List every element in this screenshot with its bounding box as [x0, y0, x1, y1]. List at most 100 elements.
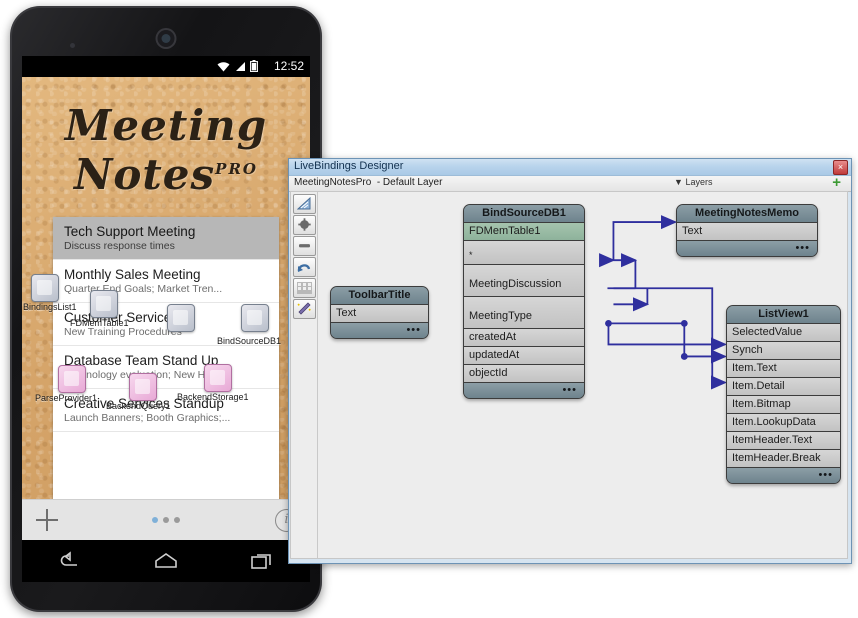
- back-icon[interactable]: [57, 551, 83, 571]
- project-layer-label: MeetingNotesPro - Default Layer: [294, 177, 442, 188]
- wifi-icon: [217, 62, 230, 72]
- page-indicator: [152, 517, 180, 523]
- add-note-button[interactable]: [36, 509, 58, 531]
- node-row[interactable]: ItemHeader.Text: [727, 432, 840, 450]
- backendstorage-component-label: BackendStorage1: [177, 392, 249, 402]
- signal-icon: [236, 62, 245, 71]
- close-icon[interactable]: ×: [833, 160, 848, 175]
- status-bar-icons: [217, 60, 258, 72]
- android-navigation-bar: [22, 540, 310, 582]
- designer-canvas[interactable]: ToolbarTitle Text ••• BindSourceDB1 FDMe…: [317, 192, 847, 558]
- node-rows: FDMemTable1 * MeetingDiscussion MeetingT…: [464, 223, 584, 383]
- backendquery-component-label: BackendQuery1: [106, 401, 171, 411]
- node-title: MeetingNotesMemo: [677, 205, 817, 223]
- app-title-pro-badge: PRO: [215, 160, 258, 178]
- layer-toolbar: MeetingNotesPro - Default Layer ▼ Layers…: [289, 175, 851, 192]
- page-dot[interactable]: [152, 517, 158, 523]
- notification-led-icon: [70, 43, 75, 48]
- recents-icon[interactable]: [249, 551, 275, 571]
- list-item-detail: Launch Banners; Booth Graphics;...: [64, 412, 231, 424]
- node-rows: Text: [677, 223, 817, 241]
- node-row[interactable]: updatedAt: [464, 347, 584, 365]
- node-row[interactable]: MeetingType: [464, 297, 584, 329]
- node-row[interactable]: FDMemTable1: [464, 223, 584, 241]
- node-row[interactable]: Text: [677, 223, 817, 241]
- page-dot[interactable]: [163, 517, 169, 523]
- node-ellipsis-icon[interactable]: •••: [795, 243, 810, 254]
- node-row[interactable]: createdAt: [464, 329, 584, 347]
- node-title: ListView1: [727, 306, 840, 324]
- node-row[interactable]: Item.LookupData: [727, 414, 840, 432]
- list-item[interactable]: Database Team Stand Up Technology evalua…: [53, 346, 279, 389]
- node-footer[interactable]: •••: [331, 323, 428, 338]
- node-row[interactable]: Item.Text: [727, 360, 840, 378]
- node-row[interactable]: MeetingDiscussion: [464, 265, 584, 297]
- node-row[interactable]: Item.Bitmap: [727, 396, 840, 414]
- list-item-title: Monthly Sales Meeting: [64, 267, 201, 282]
- select-all-visible-icon[interactable]: [293, 194, 316, 214]
- wand-icon[interactable]: [293, 299, 316, 319]
- node-row[interactable]: objectId: [464, 365, 584, 383]
- designer-toolbar: [293, 194, 316, 320]
- node-row[interactable]: ItemHeader.Break: [727, 450, 840, 468]
- battery-icon: [250, 60, 258, 72]
- node-footer[interactable]: •••: [677, 241, 817, 256]
- parseprovider-component-icon[interactable]: [58, 365, 86, 393]
- node-bindsourcedb1[interactable]: BindSourceDB1 FDMemTable1 * MeetingDiscu…: [463, 204, 585, 399]
- node-rows: Text: [331, 305, 428, 323]
- list-item-title: Tech Support Meeting: [64, 224, 196, 239]
- node-row[interactable]: *: [464, 241, 584, 265]
- window-title-bar[interactable]: LiveBindings Designer ×: [289, 159, 851, 176]
- node-footer[interactable]: •••: [464, 383, 584, 398]
- node-title: ToolbarTitle: [331, 287, 428, 305]
- android-phone-device: 12:52 Meeting NotesPRO Tech Support Meet…: [10, 6, 322, 612]
- node-row[interactable]: Synch: [727, 342, 840, 360]
- status-bar-clock: 12:52: [273, 59, 304, 73]
- bindsourcedb-component-icon[interactable]: [167, 304, 195, 332]
- bindsourcedb-extra-icon[interactable]: [241, 304, 269, 332]
- node-row[interactable]: SelectedValue: [727, 324, 840, 342]
- list-item[interactable]: Monthly Sales Meeting Quarter End Goals;…: [53, 260, 279, 303]
- page-dot[interactable]: [174, 517, 180, 523]
- window-title: LiveBindings Designer: [294, 160, 404, 172]
- node-ellipsis-icon[interactable]: •••: [818, 470, 833, 481]
- list-item[interactable]: Tech Support Meeting Discuss response ti…: [53, 217, 279, 260]
- phone-screen: 12:52 Meeting NotesPRO Tech Support Meet…: [22, 56, 310, 540]
- fdmemtable-component-label: FDMemTable1: [70, 318, 129, 328]
- add-layer-icon[interactable]: +: [832, 175, 841, 191]
- node-title: BindSourceDB1: [464, 205, 584, 223]
- app-title-text: Meeting Notes: [64, 101, 268, 199]
- app-title: Meeting NotesPRO: [22, 101, 310, 199]
- node-row[interactable]: Text: [331, 305, 428, 323]
- node-listview1[interactable]: ListView1 SelectedValue Synch Item.Text …: [726, 305, 841, 484]
- backendquery-component-icon[interactable]: [129, 373, 157, 401]
- front-camera-icon: [155, 28, 177, 49]
- parseprovider-component-label: ParseProvider1: [35, 393, 98, 403]
- app-cork-background: Meeting NotesPRO Tech Support Meeting Di…: [22, 77, 310, 540]
- bindingslist-component-icon[interactable]: [31, 274, 59, 302]
- home-icon[interactable]: [152, 551, 180, 571]
- layer-name: - Default Layer: [376, 177, 443, 188]
- list-item-title: Database Team Stand Up: [64, 353, 219, 368]
- app-bottom-toolbar: i: [22, 499, 310, 540]
- livebindings-designer-window[interactable]: LiveBindings Designer × MeetingNotesPro …: [288, 158, 852, 564]
- bindingslist-component-label: BindingsList1: [23, 302, 77, 312]
- grid-icon[interactable]: [293, 278, 316, 298]
- layers-label: Layers: [685, 177, 713, 187]
- zoom-in-icon[interactable]: [293, 215, 316, 235]
- node-row[interactable]: Item.Detail: [727, 378, 840, 396]
- layers-dropdown[interactable]: ▼ Layers: [674, 177, 712, 187]
- designer-content: ToolbarTitle Text ••• BindSourceDB1 FDMe…: [290, 191, 848, 559]
- node-footer[interactable]: •••: [727, 468, 840, 483]
- undo-icon[interactable]: [293, 257, 316, 277]
- node-ellipsis-icon[interactable]: •••: [406, 325, 421, 336]
- zoom-out-icon[interactable]: [293, 236, 316, 256]
- node-toolbartitle[interactable]: ToolbarTitle Text •••: [330, 286, 429, 339]
- backendstorage-component-icon[interactable]: [204, 364, 232, 392]
- fdmemtable-component-icon[interactable]: [90, 290, 118, 318]
- node-rows: SelectedValue Synch Item.Text Item.Detai…: [727, 324, 840, 468]
- android-status-bar: 12:52: [22, 56, 310, 77]
- meeting-list[interactable]: Tech Support Meeting Discuss response ti…: [53, 217, 279, 509]
- node-meetingnotesmemo[interactable]: MeetingNotesMemo Text •••: [676, 204, 818, 257]
- node-ellipsis-icon[interactable]: •••: [562, 385, 577, 396]
